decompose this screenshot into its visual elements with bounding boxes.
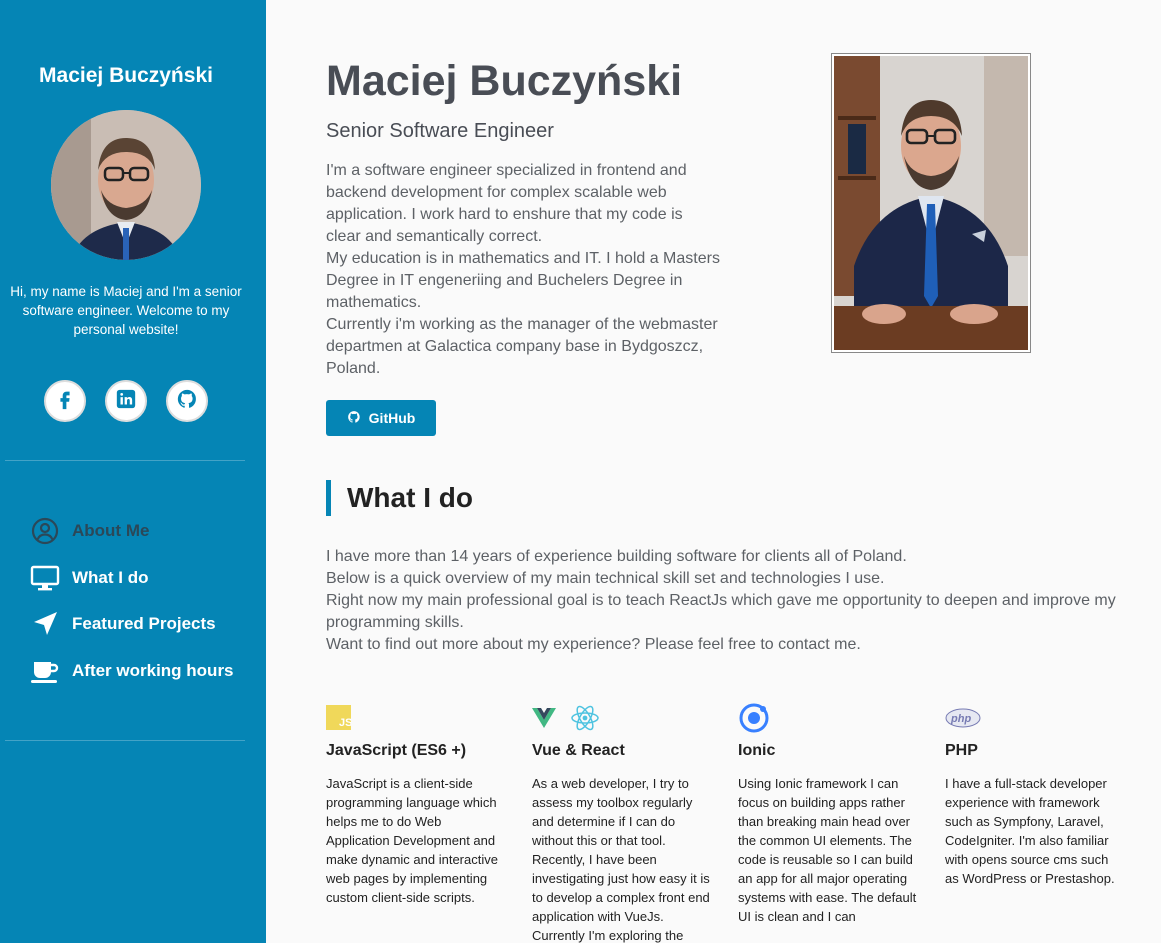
svg-text:JS: JS [339,717,351,729]
nav-label-about-me: About Me [72,521,150,541]
tagline: Senior Software Engineer [326,120,554,142]
skill-card-php: php PHP I have a full-stack developer ex… [945,706,1125,888]
skill-title: Vue & React [532,742,625,759]
vue-icon [532,707,556,734]
skill-card-ionic: Ionic Using Ionic framework I can focus … [738,703,918,926]
monitor-icon [30,563,60,593]
user-circle-icon [30,516,60,546]
bio-paragraph: Currently i'm working as the manager of … [326,316,718,377]
github-icon [176,388,198,415]
svg-text:php: php [950,713,971,725]
php-icon: php [945,708,981,733]
sidebar-divider [5,460,245,461]
sidebar-intro: Hi, my name is Maciej and I'm a senior s… [10,284,242,337]
profile-photo [831,53,1031,353]
skill-title: PHP [945,742,978,759]
sidebar-name: Maciej Buczyński [39,64,213,87]
page-title: Maciej Buczyński [326,57,683,105]
bio: I'm a software engineer specialized in f… [326,160,721,380]
github-link[interactable] [166,380,208,422]
what-i-do-paragraph: Right now my main professional goal is t… [326,592,1116,631]
facebook-link[interactable] [44,380,86,422]
coffee-cup-icon [30,656,60,686]
github-button-label: GitHub [368,410,416,426]
linkedin-icon [115,388,137,415]
skill-card-javascript: JS JavaScript (ES6 +) JavaScript is a cl… [326,705,506,907]
skill-description: Using Ionic framework I can focus on bui… [738,776,917,924]
nav-item-featured-projects[interactable]: Featured Projects [30,601,234,648]
sidebar: Maciej Buczyński Hi, my name is Maciej a… [0,0,266,943]
ionic-icon [738,702,770,739]
skill-card-vue-react: Vue & React As a web developer, I try to… [532,705,712,943]
paper-plane-icon [30,609,60,639]
social-links [44,380,208,422]
github-icon [347,410,361,427]
nav-label-what-i-do: What I do [72,567,149,587]
skill-description: JavaScript is a client-side programming … [326,776,498,905]
nav-label-featured-projects: Featured Projects [72,614,216,634]
linkedin-link[interactable] [105,380,147,422]
what-i-do-text: I have more than 14 years of experience … [326,546,1126,656]
what-i-do-paragraph: Want to find out more about my experienc… [326,636,861,653]
bio-paragraph: I'm a software engineer specialized in f… [326,162,687,245]
nav-item-what-i-do[interactable]: What I do [30,555,234,602]
what-i-do-paragraph: I have more than 14 years of experience … [326,548,907,565]
sidebar-nav: About Me What I do Featured Projects Aft… [30,508,234,694]
avatar [51,110,201,260]
javascript-icon: JS [326,705,352,735]
react-icon [570,705,600,736]
sidebar-divider [5,740,245,741]
nav-item-about-me[interactable]: About Me [30,508,234,555]
skill-title: Ionic [738,742,776,759]
main-content: Maciej Buczyński Senior Software Enginee… [266,0,1161,943]
nav-label-after-working-hours: After working hours [72,660,234,680]
what-i-do-paragraph: Below is a quick overview of my main tec… [326,570,885,587]
skill-description: As a web developer, I try to assess my t… [532,776,710,943]
skill-description: I have a full-stack developer experience… [945,776,1115,886]
facebook-icon [54,388,76,415]
github-button[interactable]: GitHub [326,400,436,436]
section-title-what-i-do: What I do [326,480,473,516]
nav-item-after-working-hours[interactable]: After working hours [30,648,234,695]
skill-title: JavaScript (ES6 +) [326,742,467,759]
bio-paragraph: My education is in mathematics and IT. I… [326,250,720,311]
